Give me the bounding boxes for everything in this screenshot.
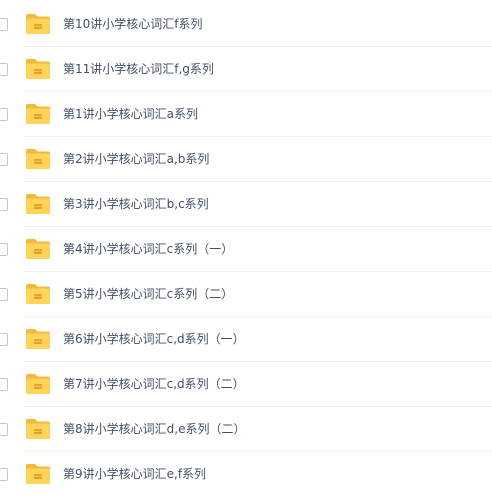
folder-name[interactable]: 第7讲小学核心词汇c,d系列（二） xyxy=(63,362,245,407)
row-checkbox[interactable] xyxy=(0,63,8,76)
folder-icon xyxy=(26,284,50,304)
folder-icon xyxy=(26,374,50,394)
row-checkbox[interactable] xyxy=(0,108,8,121)
folder-icon xyxy=(26,239,50,259)
list-item[interactable]: 第5讲小学核心词汇c系列（二） xyxy=(0,272,492,317)
folder-icon xyxy=(26,59,50,79)
folder-name[interactable]: 第9讲小学核心词汇e,f系列 xyxy=(63,452,206,497)
folder-icon xyxy=(26,14,50,34)
list-item[interactable]: 第1讲小学核心词汇a系列 xyxy=(0,92,492,137)
list-item[interactable]: 第10讲小学核心词汇f系列 xyxy=(0,2,492,47)
folder-name[interactable]: 第10讲小学核心词汇f系列 xyxy=(63,2,203,47)
folder-name[interactable]: 第4讲小学核心词汇c系列（一） xyxy=(63,227,233,272)
file-list: 第10讲小学核心词汇f系列 第11讲小学核心词汇f,g系列 第1讲小学核心词汇a… xyxy=(0,0,492,498)
folder-icon xyxy=(26,464,50,484)
folder-name[interactable]: 第6讲小学核心词汇c,d系列（一） xyxy=(63,317,245,362)
list-item[interactable]: 第11讲小学核心词汇f,g系列 xyxy=(0,47,492,92)
row-checkbox[interactable] xyxy=(0,288,8,301)
row-checkbox[interactable] xyxy=(0,378,8,391)
folder-icon xyxy=(26,329,50,349)
list-item[interactable]: 第9讲小学核心词汇e,f系列 xyxy=(0,452,492,497)
folder-name[interactable]: 第2讲小学核心词汇a,b系列 xyxy=(63,137,209,182)
row-checkbox[interactable] xyxy=(0,153,8,166)
row-checkbox[interactable] xyxy=(0,468,8,481)
row-checkbox[interactable] xyxy=(0,243,8,256)
row-checkbox[interactable] xyxy=(0,18,8,31)
list-item[interactable]: 第8讲小学核心词汇d,e系列（二） xyxy=(0,407,492,452)
list-item[interactable]: 第6讲小学核心词汇c,d系列（一） xyxy=(0,317,492,362)
folder-icon xyxy=(26,149,50,169)
folder-icon xyxy=(26,104,50,124)
list-item[interactable]: 第3讲小学核心词汇b,c系列 xyxy=(0,182,492,227)
folder-name[interactable]: 第8讲小学核心词汇d,e系列（二） xyxy=(63,407,245,452)
list-item[interactable]: 第2讲小学核心词汇a,b系列 xyxy=(0,137,492,182)
row-checkbox[interactable] xyxy=(0,333,8,346)
folder-name[interactable]: 第3讲小学核心词汇b,c系列 xyxy=(63,182,209,227)
folder-name[interactable]: 第1讲小学核心词汇a系列 xyxy=(63,92,198,137)
list-item[interactable]: 第4讲小学核心词汇c系列（一） xyxy=(0,227,492,272)
list-item[interactable]: 第7讲小学核心词汇c,d系列（二） xyxy=(0,362,492,407)
folder-name[interactable]: 第5讲小学核心词汇c系列（二） xyxy=(63,272,233,317)
folder-icon xyxy=(26,419,50,439)
folder-name[interactable]: 第11讲小学核心词汇f,g系列 xyxy=(63,47,214,92)
folder-icon xyxy=(26,194,50,214)
row-checkbox[interactable] xyxy=(0,198,8,211)
row-checkbox[interactable] xyxy=(0,423,8,436)
